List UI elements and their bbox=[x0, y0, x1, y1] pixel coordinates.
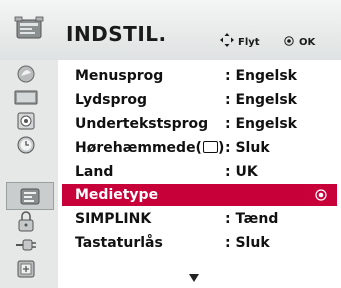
settings-list: Menusprog : Engelsk Lydsprog : Engelsk U… bbox=[58, 60, 341, 288]
osd-menu-window: INDSTIL. Flyt OK Menusprog: Engelsk Lyd… bbox=[0, 0, 341, 288]
hint-move-label: Flyt bbox=[238, 37, 260, 48]
menu-header: INDSTIL. Flyt OK bbox=[0, 0, 341, 60]
menu-item-label: Land bbox=[75, 164, 114, 180]
menu-item-value: : Sluk bbox=[225, 140, 270, 156]
menu-item-value: : Tænd bbox=[225, 211, 279, 227]
ok-select-icon bbox=[315, 189, 327, 201]
menu-item-value: : UK bbox=[225, 164, 258, 180]
menu-item-value: : Engelsk bbox=[225, 68, 297, 84]
move-arrows-icon bbox=[220, 33, 234, 47]
menu-item-lydsprog[interactable]: Lydsprog : Engelsk bbox=[58, 89, 333, 111]
menu-item-land[interactable]: Land : UK bbox=[58, 161, 333, 183]
menu-item-medietype[interactable]: Medietype bbox=[62, 184, 337, 206]
menu-item-label: Hørehæmmede() bbox=[75, 140, 224, 156]
category-sidebar bbox=[0, 60, 58, 288]
clock-icon[interactable] bbox=[13, 134, 39, 156]
menu-item-simplink[interactable]: SIMPLINK : Tænd bbox=[58, 208, 333, 230]
menu-item-label: Menusprog bbox=[75, 68, 164, 84]
menu-item-label: Tastaturlås bbox=[75, 235, 163, 251]
input-icon[interactable] bbox=[13, 234, 39, 256]
audio-icon[interactable] bbox=[13, 110, 39, 132]
menu-item-value: : Engelsk bbox=[225, 116, 297, 132]
menu-item-label: Medietype bbox=[75, 187, 159, 203]
menu-item-tastaturlaas[interactable]: Tastaturlås : Sluk bbox=[58, 232, 333, 254]
menu-item-label-suffix: ) bbox=[217, 140, 225, 156]
menu-item-undertekstsprog[interactable]: Undertekstsprog : Engelsk bbox=[58, 113, 333, 135]
scroll-down-icon[interactable] bbox=[189, 274, 199, 282]
hint-ok-label: OK bbox=[299, 37, 316, 48]
picture-icon[interactable] bbox=[13, 63, 39, 85]
menu-item-menusprog[interactable]: Menusprog : Engelsk bbox=[58, 65, 333, 87]
option-icon[interactable] bbox=[6, 182, 54, 210]
header-icon-box bbox=[0, 0, 58, 60]
subtitle-cc-icon bbox=[202, 141, 218, 153]
menu-item-label: SIMPLINK bbox=[75, 211, 152, 227]
lock-icon[interactable] bbox=[13, 210, 39, 232]
tv-screen-icon[interactable] bbox=[13, 87, 39, 109]
settings-menu-icon bbox=[14, 16, 44, 39]
menu-item-value: : Sluk bbox=[225, 235, 270, 251]
menu-item-label: Undertekstsprog bbox=[75, 116, 209, 132]
usb-icon[interactable] bbox=[13, 258, 39, 280]
menu-item-label: Lydsprog bbox=[75, 92, 148, 108]
menu-item-value: : Engelsk bbox=[225, 92, 297, 108]
menu-item-label-text: Hørehæmmede( bbox=[75, 140, 202, 156]
sidebar-empty-slot bbox=[13, 158, 39, 180]
menu-item-hoerehaemmede[interactable]: Hørehæmmede() : Sluk bbox=[58, 137, 333, 159]
page-title: INDSTIL. bbox=[66, 22, 167, 46]
ok-button-icon bbox=[284, 36, 294, 46]
